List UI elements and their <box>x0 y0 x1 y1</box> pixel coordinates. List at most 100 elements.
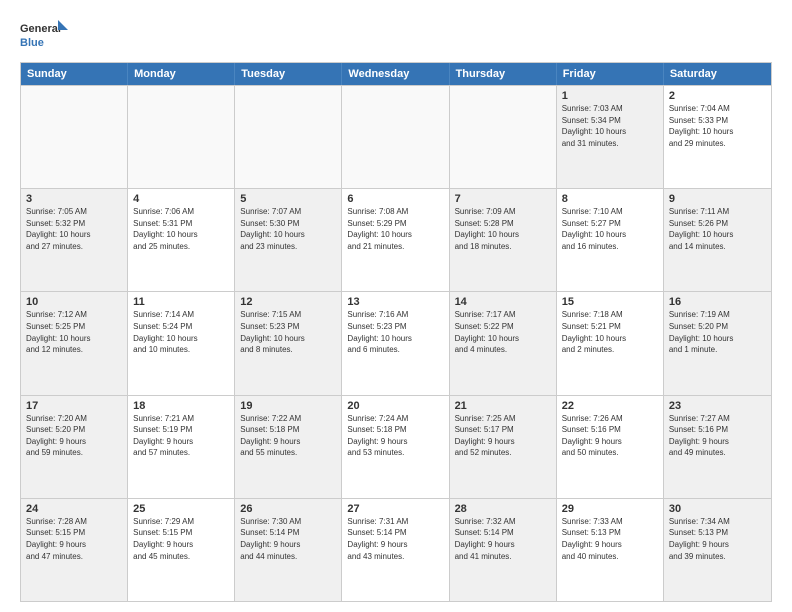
day-info-30: Sunrise: 7:34 AM Sunset: 5:13 PM Dayligh… <box>669 516 766 562</box>
day-info-16: Sunrise: 7:19 AM Sunset: 5:20 PM Dayligh… <box>669 309 766 355</box>
day-number-10: 10 <box>26 296 122 308</box>
day-info-8: Sunrise: 7:10 AM Sunset: 5:27 PM Dayligh… <box>562 206 658 252</box>
calendar-cell-23: 23Sunrise: 7:27 AM Sunset: 5:16 PM Dayli… <box>664 396 771 498</box>
day-info-25: Sunrise: 7:29 AM Sunset: 5:15 PM Dayligh… <box>133 516 229 562</box>
calendar-cell-29: 29Sunrise: 7:33 AM Sunset: 5:13 PM Dayli… <box>557 499 664 601</box>
day-info-13: Sunrise: 7:16 AM Sunset: 5:23 PM Dayligh… <box>347 309 443 355</box>
day-number-6: 6 <box>347 193 443 205</box>
calendar-cell-3: 3Sunrise: 7:05 AM Sunset: 5:32 PM Daylig… <box>21 189 128 291</box>
day-number-23: 23 <box>669 400 766 412</box>
calendar-cell-20: 20Sunrise: 7:24 AM Sunset: 5:18 PM Dayli… <box>342 396 449 498</box>
calendar-cell-9: 9Sunrise: 7:11 AM Sunset: 5:26 PM Daylig… <box>664 189 771 291</box>
calendar-cell-10: 10Sunrise: 7:12 AM Sunset: 5:25 PM Dayli… <box>21 292 128 394</box>
day-number-3: 3 <box>26 193 122 205</box>
day-number-16: 16 <box>669 296 766 308</box>
day-number-11: 11 <box>133 296 229 308</box>
header-day-sunday: Sunday <box>21 63 128 85</box>
calendar-cell-12: 12Sunrise: 7:15 AM Sunset: 5:23 PM Dayli… <box>235 292 342 394</box>
day-info-15: Sunrise: 7:18 AM Sunset: 5:21 PM Dayligh… <box>562 309 658 355</box>
day-info-27: Sunrise: 7:31 AM Sunset: 5:14 PM Dayligh… <box>347 516 443 562</box>
calendar-cell-8: 8Sunrise: 7:10 AM Sunset: 5:27 PM Daylig… <box>557 189 664 291</box>
calendar-cell-empty <box>342 86 449 188</box>
day-info-19: Sunrise: 7:22 AM Sunset: 5:18 PM Dayligh… <box>240 413 336 459</box>
calendar-cell-4: 4Sunrise: 7:06 AM Sunset: 5:31 PM Daylig… <box>128 189 235 291</box>
day-number-14: 14 <box>455 296 551 308</box>
calendar-cell-22: 22Sunrise: 7:26 AM Sunset: 5:16 PM Dayli… <box>557 396 664 498</box>
day-number-18: 18 <box>133 400 229 412</box>
calendar-cell-empty <box>450 86 557 188</box>
day-info-28: Sunrise: 7:32 AM Sunset: 5:14 PM Dayligh… <box>455 516 551 562</box>
calendar-cell-30: 30Sunrise: 7:34 AM Sunset: 5:13 PM Dayli… <box>664 499 771 601</box>
day-info-10: Sunrise: 7:12 AM Sunset: 5:25 PM Dayligh… <box>26 309 122 355</box>
day-number-29: 29 <box>562 503 658 515</box>
calendar: SundayMondayTuesdayWednesdayThursdayFrid… <box>20 62 772 602</box>
svg-text:Blue: Blue <box>20 37 44 49</box>
calendar-cell-16: 16Sunrise: 7:19 AM Sunset: 5:20 PM Dayli… <box>664 292 771 394</box>
day-number-4: 4 <box>133 193 229 205</box>
calendar-cell-empty <box>235 86 342 188</box>
day-number-30: 30 <box>669 503 766 515</box>
day-number-7: 7 <box>455 193 551 205</box>
calendar-cell-5: 5Sunrise: 7:07 AM Sunset: 5:30 PM Daylig… <box>235 189 342 291</box>
day-number-26: 26 <box>240 503 336 515</box>
calendar-cell-24: 24Sunrise: 7:28 AM Sunset: 5:15 PM Dayli… <box>21 499 128 601</box>
day-info-14: Sunrise: 7:17 AM Sunset: 5:22 PM Dayligh… <box>455 309 551 355</box>
generalblue-logo-svg: General Blue <box>20 16 70 54</box>
calendar-cell-27: 27Sunrise: 7:31 AM Sunset: 5:14 PM Dayli… <box>342 499 449 601</box>
header-day-friday: Friday <box>557 63 664 85</box>
calendar-cell-19: 19Sunrise: 7:22 AM Sunset: 5:18 PM Dayli… <box>235 396 342 498</box>
day-number-19: 19 <box>240 400 336 412</box>
day-number-17: 17 <box>26 400 122 412</box>
logo: General Blue <box>20 16 70 54</box>
calendar-cell-6: 6Sunrise: 7:08 AM Sunset: 5:29 PM Daylig… <box>342 189 449 291</box>
day-number-28: 28 <box>455 503 551 515</box>
header-day-tuesday: Tuesday <box>235 63 342 85</box>
day-info-18: Sunrise: 7:21 AM Sunset: 5:19 PM Dayligh… <box>133 413 229 459</box>
calendar-row-1: 1Sunrise: 7:03 AM Sunset: 5:34 PM Daylig… <box>21 85 771 188</box>
calendar-body: 1Sunrise: 7:03 AM Sunset: 5:34 PM Daylig… <box>21 85 771 601</box>
header-day-monday: Monday <box>128 63 235 85</box>
day-number-20: 20 <box>347 400 443 412</box>
day-info-22: Sunrise: 7:26 AM Sunset: 5:16 PM Dayligh… <box>562 413 658 459</box>
day-number-8: 8 <box>562 193 658 205</box>
day-number-13: 13 <box>347 296 443 308</box>
day-info-23: Sunrise: 7:27 AM Sunset: 5:16 PM Dayligh… <box>669 413 766 459</box>
day-info-21: Sunrise: 7:25 AM Sunset: 5:17 PM Dayligh… <box>455 413 551 459</box>
calendar-header-row: SundayMondayTuesdayWednesdayThursdayFrid… <box>21 63 771 85</box>
calendar-row-2: 3Sunrise: 7:05 AM Sunset: 5:32 PM Daylig… <box>21 188 771 291</box>
calendar-cell-empty <box>128 86 235 188</box>
day-number-24: 24 <box>26 503 122 515</box>
calendar-cell-11: 11Sunrise: 7:14 AM Sunset: 5:24 PM Dayli… <box>128 292 235 394</box>
calendar-cell-28: 28Sunrise: 7:32 AM Sunset: 5:14 PM Dayli… <box>450 499 557 601</box>
svg-text:General: General <box>20 23 61 35</box>
day-info-6: Sunrise: 7:08 AM Sunset: 5:29 PM Dayligh… <box>347 206 443 252</box>
day-number-9: 9 <box>669 193 766 205</box>
calendar-cell-14: 14Sunrise: 7:17 AM Sunset: 5:22 PM Dayli… <box>450 292 557 394</box>
day-number-15: 15 <box>562 296 658 308</box>
day-info-12: Sunrise: 7:15 AM Sunset: 5:23 PM Dayligh… <box>240 309 336 355</box>
day-info-24: Sunrise: 7:28 AM Sunset: 5:15 PM Dayligh… <box>26 516 122 562</box>
day-info-26: Sunrise: 7:30 AM Sunset: 5:14 PM Dayligh… <box>240 516 336 562</box>
calendar-cell-1: 1Sunrise: 7:03 AM Sunset: 5:34 PM Daylig… <box>557 86 664 188</box>
day-info-5: Sunrise: 7:07 AM Sunset: 5:30 PM Dayligh… <box>240 206 336 252</box>
day-info-3: Sunrise: 7:05 AM Sunset: 5:32 PM Dayligh… <box>26 206 122 252</box>
day-number-27: 27 <box>347 503 443 515</box>
day-info-20: Sunrise: 7:24 AM Sunset: 5:18 PM Dayligh… <box>347 413 443 459</box>
header-day-thursday: Thursday <box>450 63 557 85</box>
day-number-12: 12 <box>240 296 336 308</box>
day-info-29: Sunrise: 7:33 AM Sunset: 5:13 PM Dayligh… <box>562 516 658 562</box>
calendar-cell-21: 21Sunrise: 7:25 AM Sunset: 5:17 PM Dayli… <box>450 396 557 498</box>
day-number-21: 21 <box>455 400 551 412</box>
calendar-cell-18: 18Sunrise: 7:21 AM Sunset: 5:19 PM Dayli… <box>128 396 235 498</box>
day-info-17: Sunrise: 7:20 AM Sunset: 5:20 PM Dayligh… <box>26 413 122 459</box>
day-number-22: 22 <box>562 400 658 412</box>
day-info-2: Sunrise: 7:04 AM Sunset: 5:33 PM Dayligh… <box>669 103 766 149</box>
day-info-1: Sunrise: 7:03 AM Sunset: 5:34 PM Dayligh… <box>562 103 658 149</box>
page: General Blue SundayMondayTuesdayWednesda… <box>0 0 792 612</box>
day-info-11: Sunrise: 7:14 AM Sunset: 5:24 PM Dayligh… <box>133 309 229 355</box>
day-number-25: 25 <box>133 503 229 515</box>
calendar-cell-17: 17Sunrise: 7:20 AM Sunset: 5:20 PM Dayli… <box>21 396 128 498</box>
calendar-cell-15: 15Sunrise: 7:18 AM Sunset: 5:21 PM Dayli… <box>557 292 664 394</box>
header-day-saturday: Saturday <box>664 63 771 85</box>
calendar-cell-7: 7Sunrise: 7:09 AM Sunset: 5:28 PM Daylig… <box>450 189 557 291</box>
